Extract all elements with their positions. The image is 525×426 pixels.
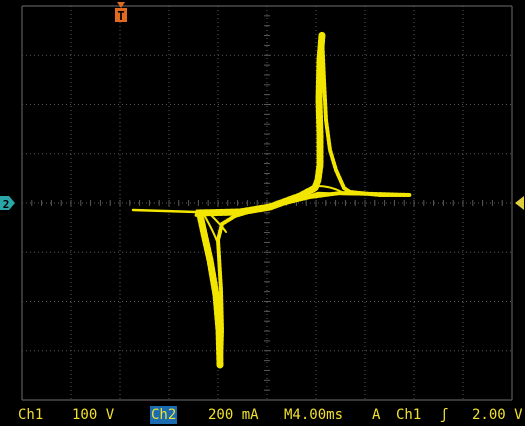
ch2-label[interactable]: Ch2	[150, 406, 178, 424]
timebase[interactable]: M4.00ms	[284, 406, 343, 424]
trigger-level[interactable]: 2.00 V	[472, 406, 523, 424]
ch1-scale: 100 V	[72, 407, 115, 423]
oscilloscope-screen: T 2	[0, 0, 525, 426]
trigger-mode: A	[372, 407, 381, 423]
display-background	[0, 0, 525, 404]
ch1-label[interactable]: Ch1	[18, 406, 43, 424]
ch2-marker-label: 2	[3, 198, 10, 211]
trigger-marker-label: T	[117, 9, 124, 23]
waveform-display: T 2	[0, 0, 525, 404]
ch2-scale: 200 mA	[208, 407, 259, 423]
status-bar: Ch1 100 V Ch2 200 mA M4.00ms A Ch1 ʃ 2.0…	[0, 404, 525, 426]
trigger-source[interactable]: Ch1	[396, 406, 421, 424]
trigger-slope-icon: ʃ	[440, 407, 449, 423]
